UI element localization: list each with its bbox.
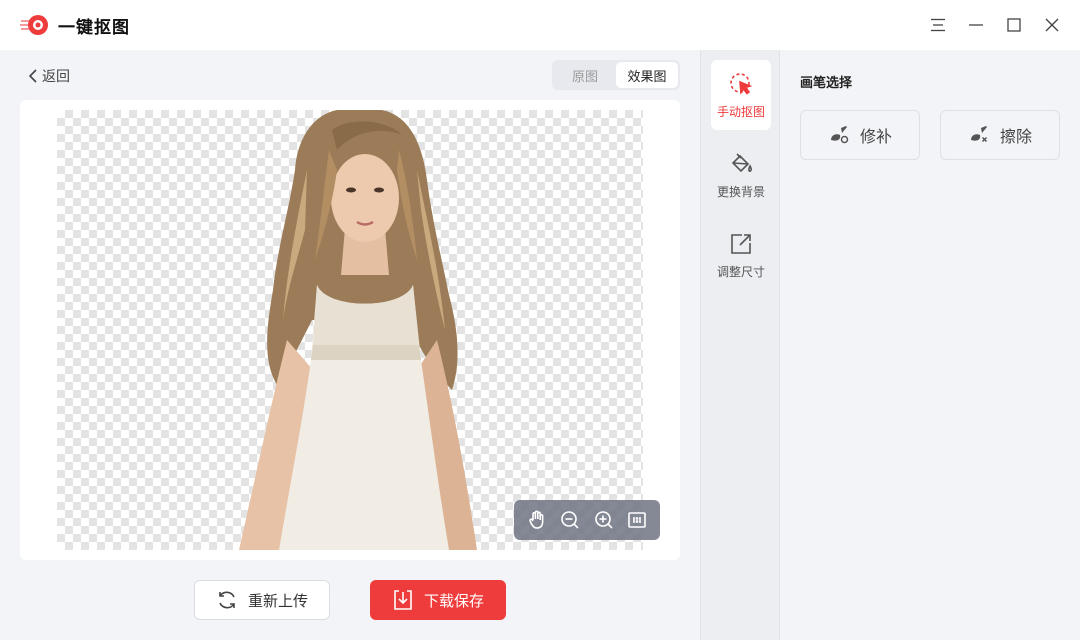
download-icon <box>394 590 412 610</box>
brush-panel: 画笔选择 修补 擦除 <box>780 50 1080 640</box>
main-area: 返回 原图 效果图 重新上传 下载保存 <box>0 50 700 640</box>
panel-title: 画笔选择 <box>800 76 853 91</box>
tool-label: 调整尺寸 <box>716 264 765 279</box>
fit-1to1-icon[interactable] <box>623 506 651 534</box>
view-toggle: 原图 效果图 <box>552 60 680 90</box>
zoom-out-icon[interactable] <box>556 506 584 534</box>
tool-label: 手动抠图 <box>716 104 765 119</box>
back-button[interactable]: 返回 <box>28 66 70 86</box>
app-title: 一键抠图 <box>58 18 130 38</box>
tab-result[interactable]: 效果图 <box>616 62 678 88</box>
cutout-subject-image <box>239 110 477 550</box>
tool-resize[interactable]: 调整尺寸 <box>711 220 771 290</box>
download-save-button[interactable]: 下载保存 <box>370 580 506 620</box>
zoom-in-icon[interactable] <box>590 506 618 534</box>
tool-manual-cutout[interactable]: 手动抠图 <box>711 60 771 130</box>
tab-original[interactable]: 原图 <box>554 62 616 88</box>
brush-label: 修补 <box>859 127 892 146</box>
tool-label: 更换背景 <box>716 184 765 199</box>
repair-brush-icon <box>830 126 849 144</box>
resize-icon <box>731 233 751 254</box>
tool-change-background[interactable]: 更换背景 <box>711 140 771 210</box>
zoom-toolbar <box>514 500 660 540</box>
close-icon[interactable] <box>1037 10 1067 40</box>
app-logo <box>20 15 48 35</box>
brush-label: 擦除 <box>999 127 1032 146</box>
tool-rail: 手动抠图 更换背景 调整尺寸 <box>700 50 780 640</box>
reupload-label: 重新上传 <box>247 591 308 610</box>
maximize-icon[interactable] <box>999 10 1029 40</box>
menu-icon[interactable] <box>923 10 953 40</box>
transparent-background <box>57 110 643 550</box>
erase-brush-button[interactable]: 擦除 <box>940 110 1060 160</box>
image-canvas[interactable] <box>20 100 680 560</box>
repair-brush-button[interactable]: 修补 <box>800 110 920 160</box>
back-label: 返回 <box>42 69 70 85</box>
refresh-icon <box>219 591 235 609</box>
hand-icon[interactable] <box>523 506 551 534</box>
reupload-button[interactable]: 重新上传 <box>194 580 330 620</box>
title-bar: 一键抠图 <box>0 0 1080 50</box>
paint-bucket-icon <box>731 152 753 172</box>
save-label: 下载保存 <box>423 591 484 610</box>
erase-brush-icon <box>970 126 988 143</box>
minimize-icon[interactable] <box>961 10 991 40</box>
chevron-left-icon <box>28 69 37 83</box>
manual-cutout-icon <box>730 72 753 95</box>
